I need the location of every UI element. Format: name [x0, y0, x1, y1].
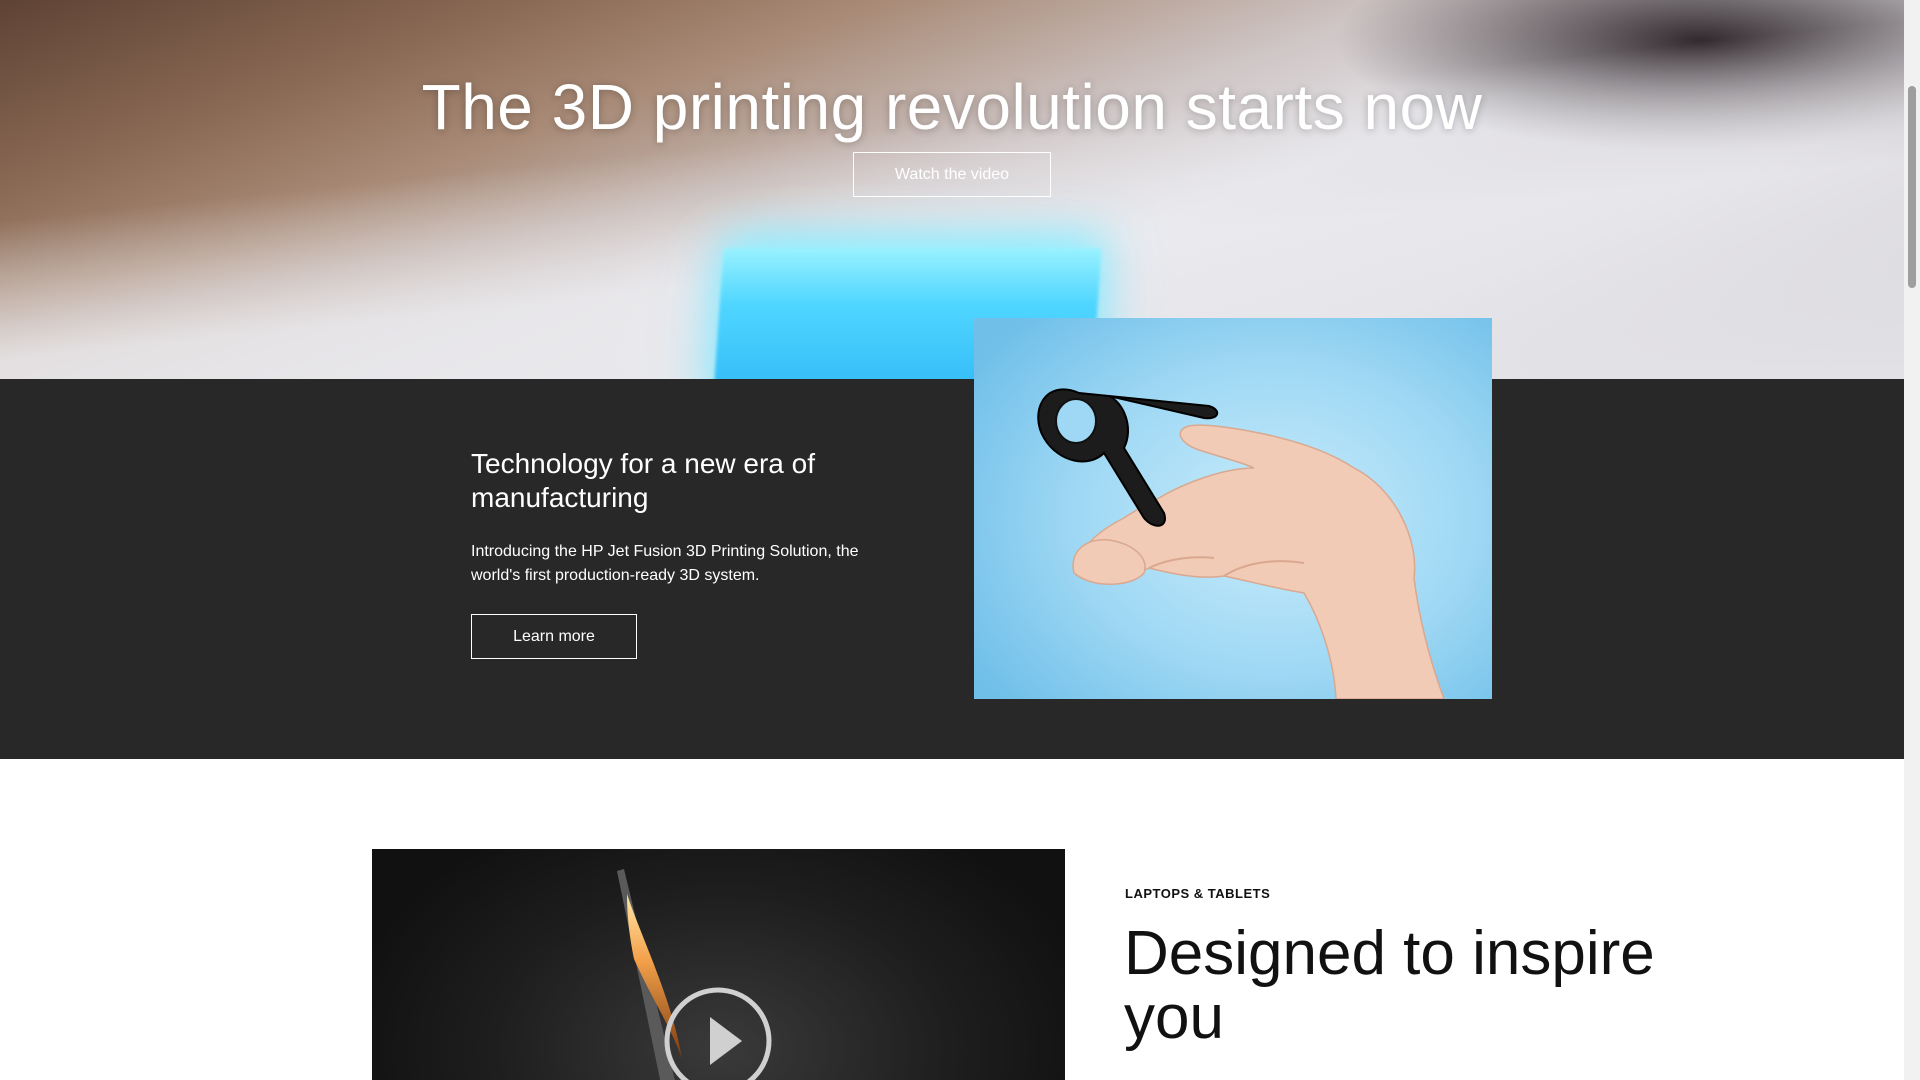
feature-description: Introducing the HP Jet Fusion 3D Printin… — [471, 543, 859, 584]
learn-more-button[interactable]: Learn more — [471, 614, 637, 659]
feature-section: Technology for a new era of manufacturin… — [0, 379, 1904, 759]
promo-eyebrow: LAPTOPS & TABLETS — [1125, 886, 1271, 901]
feature-image — [974, 318, 1492, 699]
hero-title: The 3D printing revolution starts now — [421, 71, 1483, 143]
play-icon[interactable] — [372, 849, 1065, 1080]
laptop-video-thumbnail[interactable] — [372, 849, 1065, 1080]
scrollbar-thumb[interactable] — [1908, 86, 1916, 288]
feature-title: Technology for a new era of manufacturin… — [471, 448, 815, 513]
page-scrollbar[interactable] — [1904, 0, 1920, 1080]
hand-holding-part-icon — [1037, 388, 1445, 699]
hero-banner: The 3D printing revolution starts now Wa… — [0, 0, 1904, 379]
watch-video-button[interactable]: Watch the video — [853, 152, 1051, 197]
page: The 3D printing revolution starts now Wa… — [0, 0, 1904, 1080]
promo-title: Designed to inspire you — [1124, 919, 1655, 1052]
